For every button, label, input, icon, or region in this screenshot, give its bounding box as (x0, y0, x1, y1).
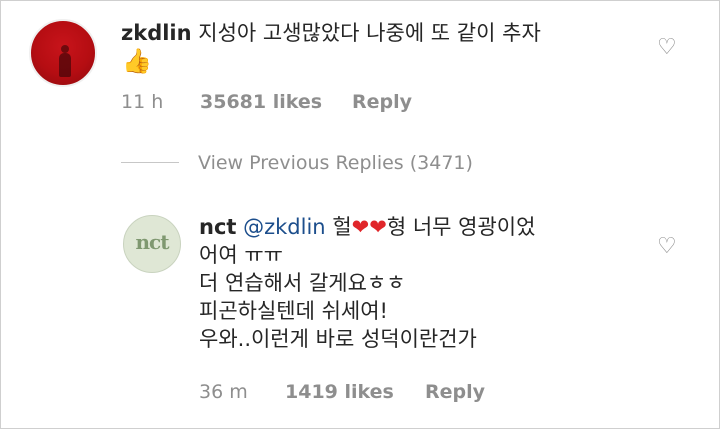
reply-line-3: 더 연습해서 갈게요ㅎㅎ (199, 271, 406, 295)
view-previous-replies-button[interactable]: View Previous Replies (3471) (198, 151, 473, 175)
comment-thread: zkdlin 지성아 고생많았다 나중에 또 같이 추자 👍 ♡ 11 h 35… (0, 0, 720, 429)
heart-icon[interactable]: ♡ (657, 236, 677, 258)
avatar-figure (59, 53, 71, 77)
reply-body: nct @zkdlin 헐❤❤형 너무 영광이었 어여 ㅠㅠ 더 연습해서 갈게… (199, 213, 639, 353)
comment-text: 지성아 고생많았다 나중에 또 같이 추자 (198, 21, 541, 45)
reply-mention[interactable]: @zkdlin (243, 215, 326, 239)
reply-line-2: 어여 ㅠㅠ (199, 243, 283, 267)
reply-likes-label: 1419 likes (285, 381, 394, 403)
reply-line1-suffix: 형 너무 영광이었 (386, 215, 536, 239)
comment-likes[interactable]: 35681 likes (200, 90, 322, 114)
avatar-nct[interactable]: nct (123, 215, 181, 273)
reply-reply-button[interactable]: Reply (425, 380, 485, 404)
comment-username[interactable]: zkdlin (121, 21, 192, 45)
comment-likes-label: 35681 likes (200, 91, 323, 113)
red-heart-emoji: ❤ (369, 215, 387, 239)
view-replies-divider (121, 162, 179, 163)
red-heart-emoji: ❤ (351, 215, 370, 239)
reply-line-5: 우와..이런게 바로 성덕이란건가 (199, 327, 477, 351)
reply-button-label: Reply (352, 91, 413, 113)
reply-likes[interactable]: 1419 likes (285, 380, 394, 404)
avatar-figure-head (61, 45, 69, 53)
thumbs-up-emoji: 👍 (122, 47, 152, 75)
avatar[interactable] (29, 19, 97, 87)
reply-username[interactable]: nct (199, 215, 236, 239)
reply-line-1: nct @zkdlin 헐❤❤형 너무 영광이었 (199, 213, 639, 241)
reply-reply-button-label: Reply (425, 381, 486, 403)
heart-icon[interactable]: ♡ (657, 37, 677, 59)
reply-line-4: 피곤하실텐데 쉬세여! (199, 299, 388, 323)
reply-line1-prefix: 헐 (332, 215, 352, 239)
avatar-nct-logo: nct (135, 230, 170, 254)
comment-body: zkdlin 지성아 고생많았다 나중에 또 같이 추자 (121, 19, 641, 47)
reply-time: 36 m (199, 381, 248, 403)
comment-time: 11 h (121, 91, 164, 113)
reply-button[interactable]: Reply (352, 90, 412, 114)
